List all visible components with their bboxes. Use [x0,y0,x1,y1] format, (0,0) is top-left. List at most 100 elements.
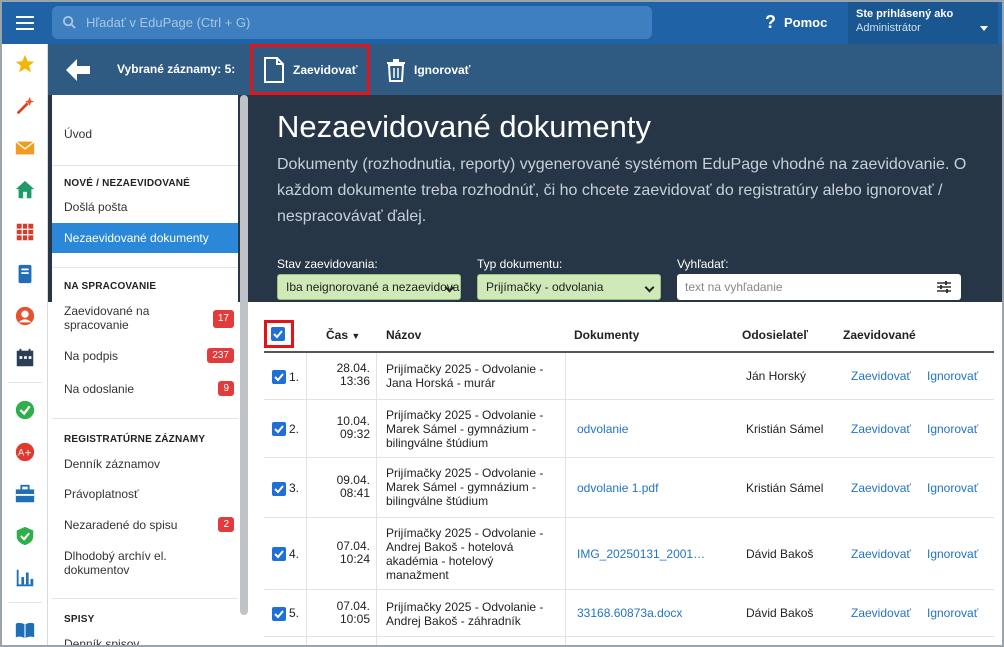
nav-item-incoming[interactable]: Došlá pošta [52,193,238,221]
table-row[interactable]: 1. 28.04. 13:36 Prijímačky 2025 - Odvolan… [264,353,994,400]
mail-icon[interactable] [14,137,36,159]
trash-icon [387,58,405,82]
row-number: 5. [289,606,300,620]
book-icon[interactable] [14,263,36,285]
nav-section-processing: NA SPRACOVANIE [64,281,157,292]
row-sender: Kristián Sámel [746,481,824,495]
column-header-documents[interactable]: Dokumenty [574,320,639,352]
type-filter-select[interactable]: Prijímačky - odvolania [477,274,661,300]
app-window: Hľadať v EduPage (Ctrl + G) ? Pomoc Ste … [0,0,1004,647]
nav-item-intro[interactable]: Úvod [52,119,238,149]
row-register-link[interactable]: Zaevidovať [851,422,911,436]
document-search-input[interactable]: text na vyhľadanie [677,274,961,300]
count-badge: 2 [218,517,234,532]
user-name: Administrátor [856,22,921,34]
column-header-sender[interactable]: Odosielateľ [742,320,808,352]
nav-scrollbar[interactable] [240,95,248,615]
user-menu[interactable]: Ste prihlásený ako Administrátor [848,2,998,44]
nav-item-archive[interactable]: Dlhodobý archív el. dokumentov [52,545,238,581]
row-checkbox[interactable] [272,482,286,496]
search-placeholder: Hľadať v EduPage (Ctrl + G) [86,15,251,30]
count-badge: 237 [207,348,234,363]
row-document-link[interactable]: IMG_20250131_2001… [577,547,705,561]
star-icon[interactable] [14,53,36,75]
nav-item-files-journal[interactable]: Denník spisov [52,633,238,645]
open-book-icon[interactable] [14,619,36,641]
status-filter-select[interactable]: Iba neignorované a nezaevidované [277,274,461,300]
filter-settings-icon[interactable] [937,280,951,294]
nav-item-to-send[interactable]: Na odoslanie 9 [52,376,238,402]
column-header-label: Dokumenty [574,328,640,342]
table-row[interactable]: 2. 10.04. 09:32 Prijímačky 2025 - Odvolan… [264,400,994,458]
schedule-icon[interactable] [14,347,36,369]
nav-item-label: Zaevidované na spracovanie [64,304,150,332]
nav-item-unregistered[interactable]: Nezaevidované dokumenty [52,223,238,253]
calendar-grid-icon[interactable] [14,221,36,243]
home-icon[interactable] [14,179,36,201]
register-button-label: Zaevidovať [293,62,358,77]
table-row[interactable]: 4. 07.04. 10:24 Prijímačky 2025 - Odvolan… [264,518,994,590]
magic-wand-icon[interactable] [14,95,36,117]
global-search-input[interactable]: Hľadať v EduPage (Ctrl + G) [52,6,652,39]
column-header-registered[interactable]: Zaevidované [843,320,916,352]
row-checkbox[interactable] [272,547,286,561]
nav-divider [52,165,238,166]
ignore-button[interactable]: Ignorovať [386,44,470,95]
row-checkbox[interactable] [272,370,286,384]
nav-item-journal[interactable]: Denník záznamov [52,451,238,477]
nav-divider [52,418,238,419]
row-sender: Kristián Sámel [746,422,824,436]
register-button[interactable]: Zaevidovať [250,44,370,95]
bar-chart-icon[interactable] [14,567,36,589]
row-checkbox[interactable] [272,607,286,621]
count-badge: 9 [218,381,234,396]
red-badge-icon[interactable]: A+ [14,441,36,463]
nav-item-registered-for-processing[interactable]: Zaevidované na spracovanie 17 [52,300,238,336]
row-register-link[interactable]: Zaevidovať [851,606,911,620]
select-all-checkbox[interactable] [271,327,285,341]
document-icon [264,56,284,83]
row-title: Prijímačky 2025 - Odvolanie - Marek Sáme… [386,466,544,508]
row-ignore-link[interactable]: Ignorovať [927,422,978,436]
row-time: 09:32 [339,427,370,441]
briefcase-icon[interactable] [14,483,36,505]
nav-divider [52,598,238,599]
nav-item-to-sign[interactable]: Na podpis 237 [52,343,238,369]
row-datetime: 07.04. 10:24 [316,540,370,566]
nav-section-files: SPISY [64,614,95,625]
search-icon [62,15,76,29]
row-number: 3. [289,481,300,495]
type-filter-label: Typ dokumentu: [477,257,563,271]
column-header-name[interactable]: Názov [386,320,421,352]
row-ignore-link[interactable]: Ignorovať [927,547,978,561]
status-filter-value: Iba neignorované a nezaevidované [286,280,461,294]
help-button[interactable]: ? Pomoc [765,12,827,33]
row-register-link[interactable]: Zaevidovať [851,369,911,383]
check-circle-icon[interactable] [14,399,36,421]
table-row[interactable]: 5. 07.04. 10:05 Prijímačky 2025 - Odvolan… [264,590,994,637]
table-row[interactable]: 3. 09.04. 08:41 Prijímačky 2025 - Odvolan… [264,458,994,518]
row-document-link[interactable]: 33168.60873a.docx [577,606,682,620]
status-filter-label: Stav zaevidovania: [277,257,378,271]
row-register-link[interactable]: Zaevidovať [851,547,911,561]
hamburger-menu-icon[interactable] [2,2,48,44]
help-icon: ? [765,12,776,32]
row-sender: Ján Horský [746,369,807,383]
nav-item-unfiled[interactable]: Nezaradené do spisu 2 [52,512,238,538]
row-register-link[interactable]: Zaevidovať [851,481,911,495]
column-header-time[interactable]: Čas ▼ [326,320,360,352]
column-header-label: Odosielateľ [742,328,808,342]
row-ignore-link[interactable]: Ignorovať [927,606,978,620]
row-document-link[interactable]: odvolanie 1.pdf [577,481,658,495]
user-icon[interactable] [14,305,36,327]
user-login-label: Ste prihlásený ako [856,8,954,20]
row-ignore-link[interactable]: Ignorovať [927,481,978,495]
shield-icon[interactable] [14,525,36,547]
row-datetime: 28.04. 13:36 [316,362,370,388]
nav-item-validity[interactable]: Právoplatnosť [52,481,238,507]
row-checkbox[interactable] [272,422,286,436]
search-input-placeholder: text na vyhľadanie [685,280,783,294]
row-ignore-link[interactable]: Ignorovať [927,369,978,383]
back-arrow-icon[interactable] [64,56,92,84]
row-document-link[interactable]: odvolanie [577,422,628,436]
